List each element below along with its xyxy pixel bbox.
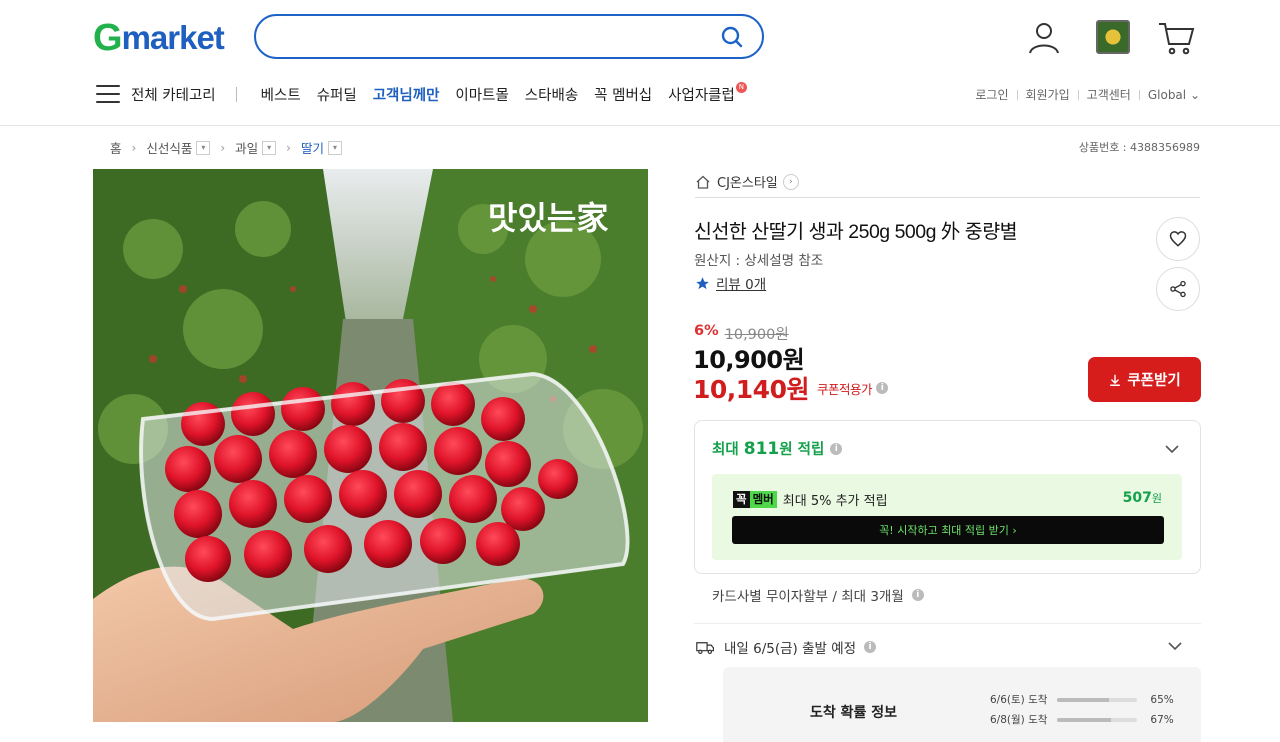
- membership-amount: 507원: [1122, 490, 1162, 506]
- max-points-suffix: 원 적립: [779, 442, 825, 458]
- max-points-amount: 811: [743, 438, 780, 459]
- membership-row: 꼭 멤버 최대 5% 추가 적립: [733, 490, 888, 509]
- chevron-down-icon[interactable]: ▾: [328, 140, 342, 155]
- breadcrumb-level3[interactable]: 딸기: [301, 138, 324, 157]
- nav-all-categories[interactable]: 전체 카테고리: [131, 84, 216, 105]
- arrival-date: 6/6(토) 도착: [990, 694, 1048, 706]
- arrival-bar: [1057, 717, 1138, 722]
- installment-text: 카드사별 무이자할부 / 최대 3개월: [712, 589, 904, 605]
- max-points: 최대 811 원 적립 i: [712, 438, 843, 459]
- coupon-price: 10,140원: [693, 375, 809, 404]
- membership-start-button[interactable]: 꼭! 시작하고 최대 적립 받기 ›: [732, 516, 1164, 544]
- download-icon: [1110, 374, 1121, 386]
- seller-link[interactable]: CJ온스타일 ›: [695, 172, 799, 191]
- share-icon: [1170, 280, 1186, 298]
- menu-icon[interactable]: [96, 85, 120, 103]
- search-bar: [254, 14, 764, 59]
- logo-text: market: [121, 19, 225, 56]
- chevron-down-icon[interactable]: [1164, 441, 1180, 457]
- logo-g: G: [93, 16, 123, 59]
- review-link[interactable]: 리뷰 0개: [716, 273, 766, 293]
- chevron-right-icon: ›: [782, 173, 799, 190]
- truck-icon: [696, 641, 715, 654]
- info-icon[interactable]: i: [911, 589, 924, 601]
- coupon-download-button[interactable]: 쿠폰받기: [1088, 357, 1201, 402]
- info-icon[interactable]: i: [830, 442, 843, 455]
- nav-business-club[interactable]: 사업자클럽N: [668, 81, 747, 105]
- breadcrumb-home[interactable]: 홈: [110, 138, 122, 157]
- raspberry-photo: 맛있는家: [93, 169, 648, 722]
- search-icon[interactable]: [720, 25, 744, 49]
- arrival-title: 도착 확률 정보: [810, 705, 898, 721]
- nav-for-you[interactable]: 고객님께만: [373, 84, 440, 105]
- arrival-bar-fill: [1057, 717, 1112, 722]
- installment-info: 카드사별 무이자할부 / 최대 3개월 i: [712, 585, 924, 605]
- image-watermark: 맛있는家: [488, 199, 608, 237]
- star-icon: [696, 276, 709, 289]
- nav-business-club-label: 사업자클럽: [668, 87, 735, 104]
- new-badge: N: [735, 81, 747, 93]
- breadcrumb-arrow-icon: ›: [286, 140, 291, 155]
- arrival-date: 6/8(월) 도착: [990, 714, 1048, 726]
- nav-best[interactable]: 베스트: [261, 84, 301, 105]
- login-link[interactable]: 로그인: [975, 86, 1008, 103]
- info-icon[interactable]: i: [864, 641, 877, 653]
- product-image[interactable]: 맛있는家: [93, 169, 648, 722]
- main-nav: 전체 카테고리 베스트 슈퍼딜 고객님께만 이마트몰 스타배송 꼭 멤버십 사업…: [96, 80, 763, 108]
- nav-superdeal[interactable]: 슈퍼딜: [317, 84, 357, 105]
- review-summary: 리뷰 0개: [695, 273, 766, 293]
- gmarket-logo[interactable]: Gmarket: [93, 17, 225, 59]
- arrival-row: 6/8(월) 도착 67%: [990, 712, 1180, 727]
- chevron-down-icon[interactable]: ▾: [196, 140, 211, 155]
- heart-icon: [1169, 231, 1187, 247]
- product-number: 상품번호 : 4388356989: [1078, 141, 1200, 154]
- membership-badge: 꼭 멤버: [733, 491, 777, 508]
- nav-divider: [235, 86, 237, 102]
- cart-icon[interactable]: [1156, 18, 1196, 58]
- home-icon: [696, 175, 710, 189]
- membership-text: 최대 5% 추가 적립: [782, 494, 888, 509]
- recent-item-thumbnail[interactable]: [1096, 20, 1130, 54]
- shipping-info: 내일 6/5(금) 출발 예정 i: [696, 637, 877, 657]
- nav-star-delivery[interactable]: 스타배송: [525, 84, 578, 105]
- nav-emart-mall[interactable]: 이마트몰: [455, 84, 508, 105]
- breadcrumb-level2[interactable]: 과일: [235, 138, 258, 157]
- section-divider: [694, 623, 1201, 624]
- chevron-down-icon[interactable]: ▾: [262, 140, 277, 155]
- coupon-download-label: 쿠폰받기: [1127, 373, 1181, 389]
- breadcrumb-arrow-icon: ›: [220, 140, 226, 155]
- seller-divider: [695, 197, 1200, 198]
- global-dropdown[interactable]: Global ⌄: [1148, 88, 1200, 102]
- breadcrumb: 홈 › 신선식품 ▾ › 과일 ▾ › 딸기 ▾: [110, 138, 342, 157]
- arrival-row: 6/6(토) 도착 65%: [990, 692, 1180, 707]
- arrival-bar: [1057, 697, 1138, 702]
- arrival-bar-fill: [1057, 697, 1110, 702]
- seller-name: CJ온스타일: [717, 176, 778, 191]
- product-title: 신선한 산딸기 생과 250g 500g 外 중량별: [694, 221, 1018, 243]
- membership-points: 꼭 멤버 최대 5% 추가 적립 507원 꼭! 시작하고 최대 적립 받기 ›: [712, 474, 1182, 560]
- customer-center-link[interactable]: 고객센터: [1087, 86, 1131, 103]
- nav-membership[interactable]: 꼭 멤버십: [594, 84, 652, 105]
- product-origin: 원산지 : 상세설명 참조: [694, 253, 824, 269]
- max-points-prefix: 최대: [712, 442, 739, 458]
- breadcrumb-arrow-icon: ›: [131, 140, 137, 155]
- shipping-text: 내일 6/5(금) 출발 예정: [724, 641, 857, 657]
- like-button[interactable]: [1156, 217, 1200, 261]
- utility-links: 로그인 회원가입 고객센터 Global ⌄: [975, 86, 1200, 103]
- breadcrumb-level1[interactable]: 신선식품: [146, 138, 192, 157]
- search-input[interactable]: [272, 24, 712, 50]
- arrival-percent: 65%: [1150, 693, 1174, 706]
- arrival-probability: 도착 확률 정보 6/6(토) 도착 65% 6/8(월) 도착 67%: [723, 667, 1201, 742]
- chevron-down-icon[interactable]: [1167, 638, 1183, 654]
- user-icon[interactable]: [1024, 18, 1064, 58]
- share-button[interactable]: [1156, 267, 1200, 311]
- coupon-price-note: 쿠폰적용가: [816, 381, 873, 397]
- points-panel: 최대 811 원 적립 i 꼭 멤버 최대 5% 추가 적립 507원 꼭! 시작하…: [694, 420, 1201, 574]
- header-divider: [0, 125, 1280, 126]
- info-icon[interactable]: i: [876, 382, 888, 394]
- signup-link[interactable]: 회원가입: [1026, 86, 1070, 103]
- coupon-price-row: 10,140원 쿠폰적용가 i: [693, 370, 888, 406]
- arrival-percent: 67%: [1150, 713, 1174, 726]
